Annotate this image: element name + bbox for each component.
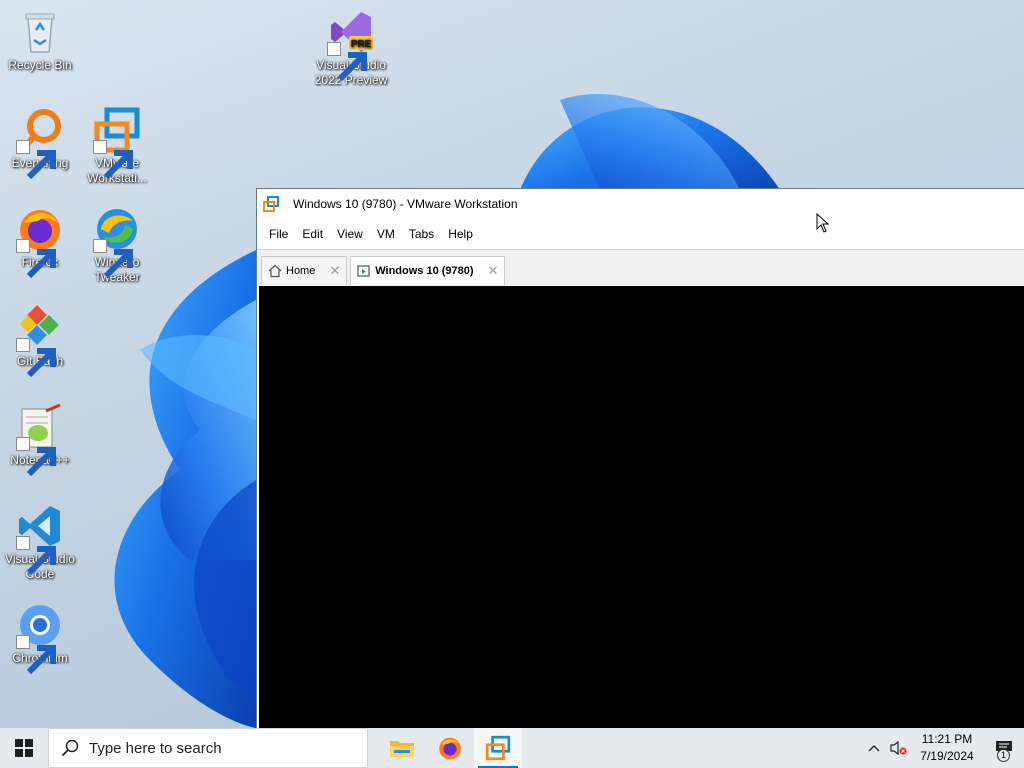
desktop: Recycle Bin PRE Visual Studio 2022 Previ… bbox=[0, 0, 1024, 728]
taskbar-vmware[interactable] bbox=[474, 728, 522, 768]
vmware-icon bbox=[93, 106, 141, 180]
system-tray: 11:21 PM 7/19/2024 1 bbox=[862, 728, 1024, 768]
tab-home[interactable]: Home ✕ bbox=[261, 256, 348, 285]
desktop-icon-everything[interactable]: Everything bbox=[0, 106, 80, 180]
clock-time: 11:21 PM bbox=[921, 732, 973, 746]
shortcut-arrow-icon bbox=[327, 42, 367, 82]
notification-count-badge: 1 bbox=[997, 749, 1010, 762]
shortcut-arrow-icon bbox=[16, 437, 56, 477]
search-placeholder: Type here to search bbox=[89, 739, 222, 757]
taskbar-file-explorer[interactable] bbox=[378, 728, 426, 768]
taskbar: Type here to search 11:21 PM 7/19/2024 1 bbox=[0, 728, 1024, 768]
vscode-icon bbox=[16, 502, 64, 576]
window-titlebar[interactable]: Windows 10 (9780) - VMware Workstation bbox=[257, 189, 1024, 219]
winaero-tweaker-icon bbox=[93, 205, 141, 279]
tab-windows-10[interactable]: Windows 10 (9780) ✕ bbox=[350, 256, 506, 285]
menu-help[interactable]: Help bbox=[441, 223, 480, 245]
menu-file[interactable]: File bbox=[262, 223, 295, 245]
volume-button[interactable] bbox=[886, 728, 910, 768]
vmware-icon bbox=[485, 735, 511, 761]
firefox-icon bbox=[439, 737, 461, 760]
volume-muted-icon bbox=[890, 740, 907, 756]
search-icon bbox=[61, 739, 79, 757]
taskbar-search-box[interactable]: Type here to search bbox=[48, 728, 368, 768]
shortcut-arrow-icon bbox=[16, 338, 56, 378]
everything-search-icon bbox=[16, 106, 64, 180]
close-icon[interactable]: ✕ bbox=[488, 263, 499, 279]
home-icon bbox=[268, 264, 282, 278]
window-title: Windows 10 (9780) - VMware Workstation bbox=[293, 197, 518, 211]
tab-label: Windows 10 (9780) bbox=[375, 265, 474, 277]
desktop-icon-vscode[interactable]: Visual Studio Code bbox=[0, 502, 80, 582]
clock-date: 7/19/2024 bbox=[920, 749, 974, 763]
shortcut-arrow-icon bbox=[93, 239, 133, 279]
file-explorer-icon bbox=[390, 741, 414, 757]
taskbar-firefox[interactable] bbox=[426, 728, 474, 768]
close-icon[interactable]: ✕ bbox=[329, 263, 340, 279]
chevron-up-icon bbox=[868, 745, 880, 752]
shortcut-arrow-icon bbox=[16, 239, 56, 279]
visual-studio-preview-icon: PRE bbox=[327, 8, 375, 82]
chromium-icon bbox=[16, 601, 64, 675]
desktop-icon-visual-studio-preview[interactable]: PRE Visual Studio 2022 Preview bbox=[311, 8, 391, 88]
tab-strip: Home ✕ Windows 10 (9780) ✕ bbox=[257, 249, 1024, 285]
start-button[interactable] bbox=[0, 728, 48, 768]
shortcut-arrow-icon bbox=[16, 140, 56, 180]
notepad-plus-plus-icon bbox=[16, 403, 64, 477]
desktop-icon-winaero-tweaker[interactable]: Winaero Tweaker bbox=[77, 205, 157, 285]
mouse-cursor-icon bbox=[816, 213, 830, 233]
menu-vm[interactable]: VM bbox=[370, 223, 402, 245]
vm-console-screen[interactable] bbox=[259, 286, 1024, 728]
desktop-icon-notepad-plus-plus[interactable]: Notepad++ bbox=[0, 403, 80, 477]
vm-tab-icon bbox=[357, 264, 371, 278]
taskbar-clock[interactable]: 11:21 PM 7/19/2024 bbox=[916, 731, 978, 765]
vmware-icon bbox=[263, 196, 279, 212]
tab-label: Home bbox=[286, 265, 316, 277]
desktop-icon-vmware[interactable]: VMware Workstati... bbox=[77, 106, 157, 186]
shortcut-arrow-icon bbox=[16, 536, 56, 576]
menu-edit[interactable]: Edit bbox=[295, 223, 330, 245]
menu-bar: File Edit View VM Tabs Help bbox=[257, 219, 1024, 249]
vmware-window: Windows 10 (9780) - VMware Workstation F… bbox=[256, 188, 1024, 728]
notification-center-button[interactable]: 1 bbox=[984, 728, 1024, 768]
recycle-bin-icon bbox=[16, 8, 64, 56]
shortcut-arrow-icon bbox=[93, 140, 133, 180]
show-hidden-icons-button[interactable] bbox=[862, 728, 886, 768]
desktop-icon-git-bash[interactable]: Git Bash bbox=[0, 304, 80, 378]
firefox-icon bbox=[16, 205, 64, 279]
git-bash-icon bbox=[16, 304, 64, 378]
windows-logo-icon bbox=[15, 739, 33, 757]
desktop-icon-label: Recycle Bin bbox=[8, 58, 72, 72]
shortcut-arrow-icon bbox=[16, 635, 56, 675]
menu-tabs[interactable]: Tabs bbox=[402, 223, 441, 245]
desktop-icon-firefox[interactable]: Firefox bbox=[0, 205, 80, 279]
desktop-icon-recycle-bin[interactable]: Recycle Bin bbox=[0, 8, 80, 73]
menu-view[interactable]: View bbox=[330, 223, 370, 245]
desktop-icon-chromium[interactable]: Chromium bbox=[0, 601, 80, 675]
